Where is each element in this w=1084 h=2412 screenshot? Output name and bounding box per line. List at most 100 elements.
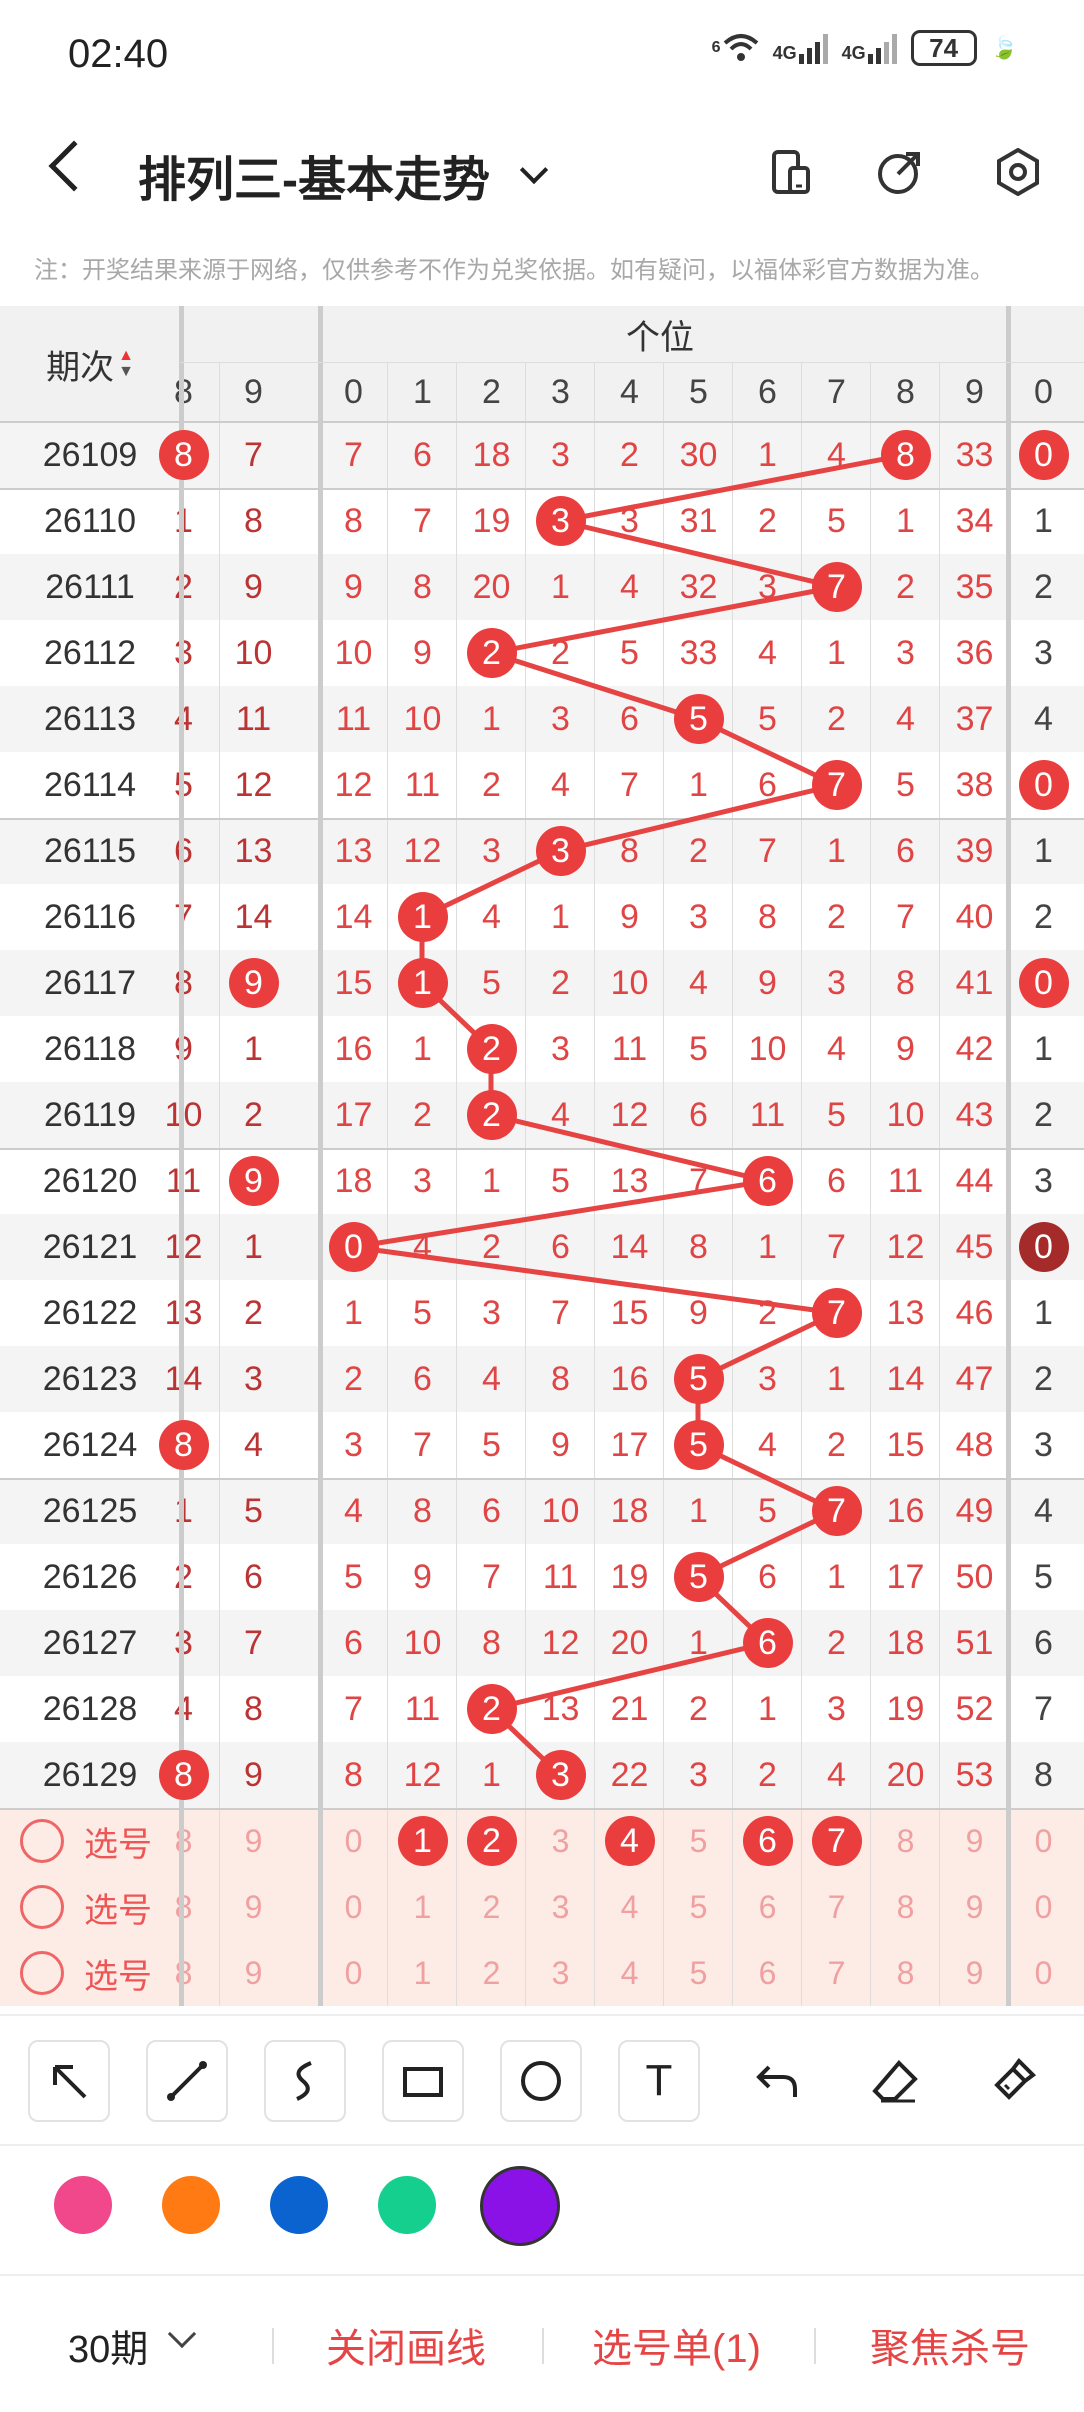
- mid-cell: 15: [886, 1425, 925, 1464]
- select-cell[interactable]: 0: [1009, 1808, 1078, 1874]
- number-ball: 7: [811, 1288, 862, 1338]
- color-swatch[interactable]: [162, 2176, 220, 2234]
- rectangle-tool-icon[interactable]: [382, 2040, 464, 2122]
- select-cell[interactable]: 8: [871, 1808, 940, 1874]
- selection-list-button[interactable]: 选号单(1): [592, 2316, 761, 2374]
- column-divider: [525, 362, 526, 2006]
- mid-cell: 9: [896, 1029, 915, 1068]
- select-cell[interactable]: 8: [871, 1940, 940, 2006]
- select-cell[interactable]: 9: [940, 1808, 1009, 1874]
- select-cell[interactable]: 6: [733, 1874, 802, 1940]
- sort-icon[interactable]: ▲ ▼: [118, 348, 134, 380]
- select-cell[interactable]: 5: [664, 1808, 733, 1874]
- divider: [814, 2328, 816, 2364]
- selected-ball[interactable]: 1: [397, 1816, 448, 1866]
- select-cell[interactable]: 8: [871, 1874, 940, 1940]
- select-cell[interactable]: 4: [595, 1940, 664, 2006]
- select-cell[interactable]: 3: [526, 1874, 595, 1940]
- mid-cell: 2: [689, 831, 708, 870]
- select-cell[interactable]: 7: [802, 1874, 871, 1940]
- mid-cell: 45: [955, 1227, 994, 1266]
- page-title[interactable]: 排列三-基本走势: [138, 140, 490, 210]
- clear-brush-icon[interactable]: [972, 2040, 1054, 2122]
- select-cell[interactable]: 2: [457, 1940, 526, 2006]
- selected-ball[interactable]: 7: [811, 1816, 862, 1866]
- select-cell[interactable]: 9: [219, 1874, 288, 1940]
- mid-cell: 1: [758, 1689, 777, 1728]
- selected-ball[interactable]: 6: [742, 1816, 793, 1866]
- select-cell[interactable]: 0: [319, 1808, 388, 1874]
- mid-cell: 51: [955, 1623, 994, 1662]
- mid-cell: 12: [334, 765, 373, 804]
- select-cell[interactable]: 5: [664, 1874, 733, 1940]
- circle-tool-icon[interactable]: [500, 2040, 582, 2122]
- selected-ball[interactable]: 4: [604, 1816, 655, 1866]
- share-icon[interactable]: [876, 148, 924, 196]
- select-cell[interactable]: 3: [526, 1940, 595, 2006]
- select-cell[interactable]: 9: [219, 1940, 288, 2006]
- mid-cell: 7: [620, 765, 639, 804]
- select-cell[interactable]: 1: [388, 1874, 457, 1940]
- select-cell[interactable]: 7: [802, 1940, 871, 2006]
- select-cell[interactable]: 2: [457, 1874, 526, 1940]
- column-header: 3: [551, 372, 570, 411]
- select-cell[interactable]: 6: [733, 1808, 802, 1874]
- select-cell[interactable]: 3: [526, 1808, 595, 1874]
- mid-cell: 19: [472, 501, 511, 540]
- mid-cell: 7: [689, 1161, 708, 1200]
- left-cell: 7: [244, 435, 263, 474]
- select-cell[interactable]: 0: [319, 1940, 388, 2006]
- radio-circle-icon[interactable]: [20, 1951, 64, 1995]
- color-swatch[interactable]: [480, 2166, 560, 2246]
- divider: [542, 2328, 544, 2364]
- chevron-down-icon[interactable]: [519, 155, 549, 185]
- mid-cell: 7: [827, 1227, 846, 1266]
- curve-tool-icon[interactable]: [264, 2040, 346, 2122]
- mid-cell: 8: [689, 1227, 708, 1266]
- selected-ball[interactable]: 2: [466, 1816, 517, 1866]
- select-cell[interactable]: 1: [388, 1808, 457, 1874]
- mid-cell: 8: [482, 1623, 501, 1662]
- select-cell[interactable]: 0: [1009, 1940, 1078, 2006]
- color-swatch[interactable]: [270, 2176, 328, 2234]
- select-cell[interactable]: 7: [802, 1808, 871, 1874]
- mid-cell: 7: [896, 897, 915, 936]
- select-cell[interactable]: 6: [733, 1940, 802, 2006]
- back-icon[interactable]: [48, 140, 100, 192]
- undo-icon[interactable]: [736, 2040, 818, 2122]
- color-swatch[interactable]: [54, 2176, 112, 2234]
- focus-kill-button[interactable]: 聚焦杀号: [870, 2316, 1030, 2374]
- mid-cell: 4: [551, 765, 570, 804]
- select-cell[interactable]: 0: [319, 1874, 388, 1940]
- close-lines-button[interactable]: 关闭画线: [326, 2316, 486, 2374]
- mid-cell: 8: [620, 831, 639, 870]
- mid-cell: 12: [403, 1755, 442, 1794]
- radio-circle-icon[interactable]: [20, 1819, 64, 1863]
- line-tool-icon[interactable]: [146, 2040, 228, 2122]
- select-cell[interactable]: 4: [595, 1808, 664, 1874]
- select-cell[interactable]: 2: [457, 1808, 526, 1874]
- select-cell[interactable]: 5: [664, 1940, 733, 2006]
- color-swatch[interactable]: [378, 2176, 436, 2234]
- mid-cell: 3: [344, 1425, 363, 1464]
- settings-icon[interactable]: [994, 148, 1042, 196]
- text-tool-icon[interactable]: T: [618, 2040, 700, 2122]
- mid-cell: 53: [955, 1755, 994, 1794]
- mid-cell: 3: [482, 1293, 501, 1332]
- select-cell[interactable]: 9: [940, 1874, 1009, 1940]
- radio-circle-icon[interactable]: [20, 1885, 64, 1929]
- device-icon[interactable]: [766, 148, 814, 196]
- mid-cell: 34: [955, 501, 994, 540]
- select-cell[interactable]: 4: [595, 1874, 664, 1940]
- mid-cell: 8: [344, 1755, 363, 1794]
- select-cell[interactable]: 9: [940, 1940, 1009, 2006]
- arrow-tool-icon[interactable]: [28, 2040, 110, 2122]
- select-cell[interactable]: 0: [1009, 1874, 1078, 1940]
- select-cell[interactable]: 9: [219, 1808, 288, 1874]
- period-select[interactable]: 30期: [68, 2318, 148, 2373]
- mid-cell: 8: [871, 422, 940, 488]
- right-cell: 3: [1034, 1161, 1053, 1200]
- chevron-down-icon[interactable]: [167, 2319, 197, 2349]
- select-cell[interactable]: 1: [388, 1940, 457, 2006]
- eraser-icon[interactable]: [854, 2040, 936, 2122]
